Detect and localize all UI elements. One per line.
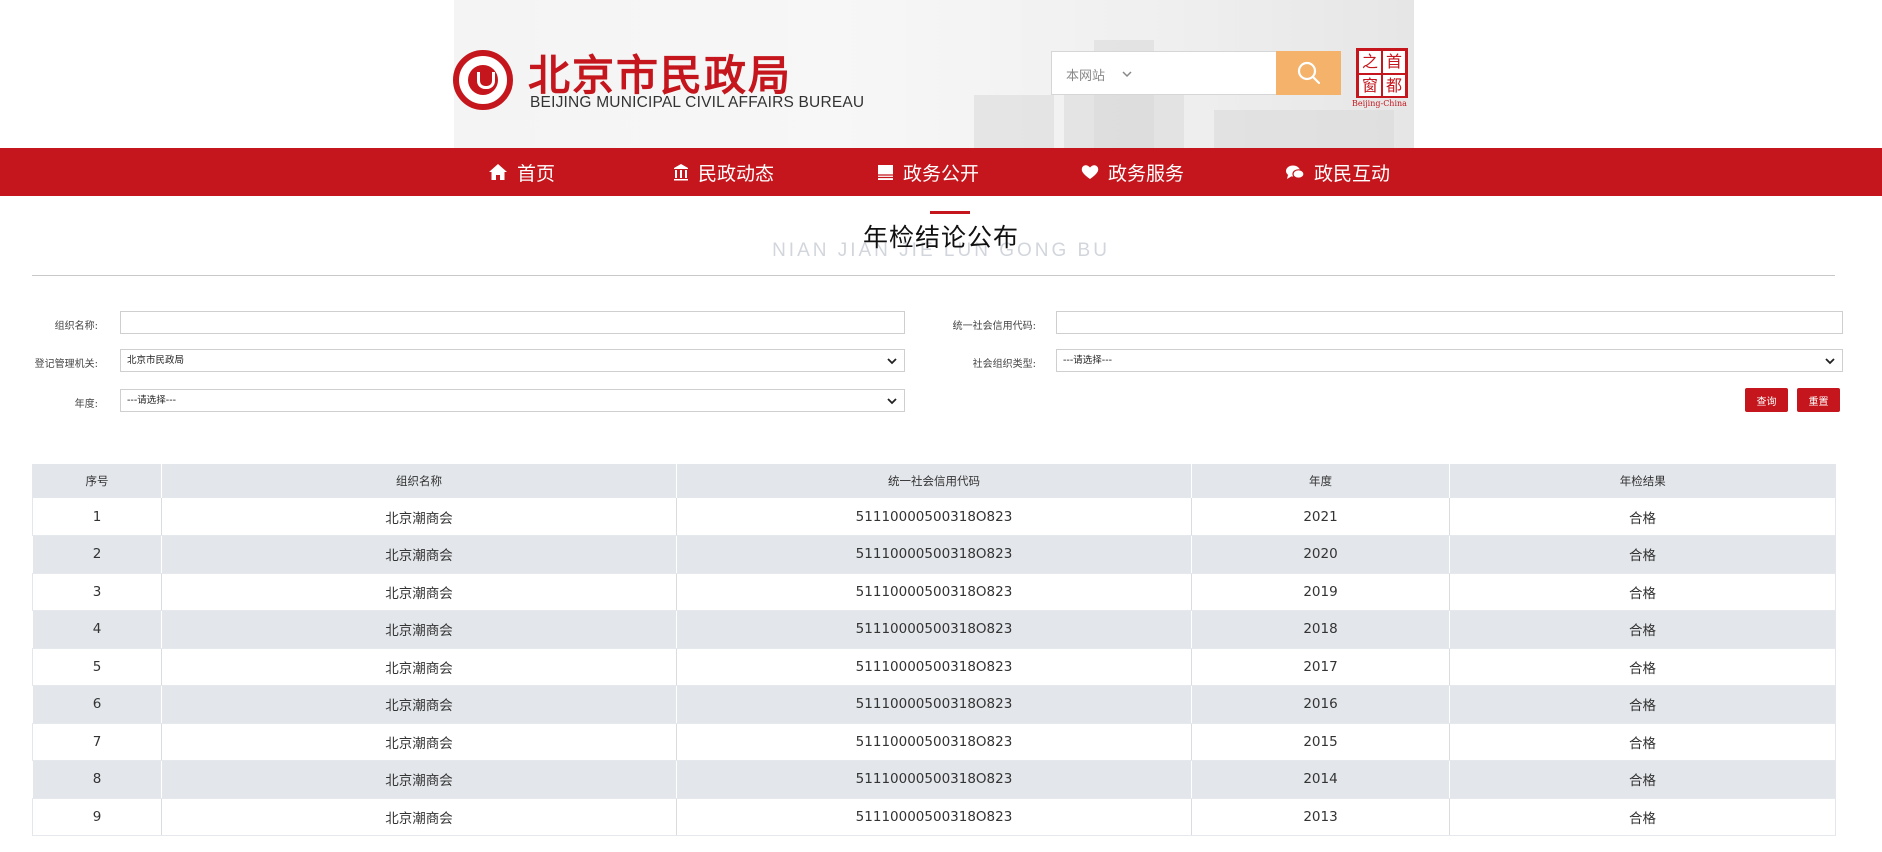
title-accent-bar (930, 211, 970, 214)
table-row: 5 北京潮商会 51110000500318O823 2017 合格 (32, 648, 1836, 686)
chat-icon (1286, 165, 1305, 179)
search-scope-select[interactable]: 本网站 (1066, 65, 1105, 84)
nav-item-news[interactable]: 民政动态 (673, 148, 774, 196)
chevron-down-icon (887, 398, 897, 405)
authority-select[interactable]: 北京市民政局 (120, 349, 905, 372)
table-row: 6 北京潮商会 51110000500318O823 2016 合格 (32, 685, 1836, 724)
query-button[interactable]: 查询 (1745, 388, 1788, 412)
year-label: 年度: (74, 399, 98, 410)
results-table: 序号 组织名称 统一社会信用代码 年度 年检结果 1 北京潮商会 511100005… (32, 464, 1836, 836)
column-header-org-name: 组织名称 (161, 464, 677, 498)
chevron-down-icon (1122, 71, 1132, 78)
building-icon (674, 164, 688, 181)
table-row: 9 北京潮商会 51110000500318O823 2013 合格 (32, 798, 1836, 836)
org-name-input[interactable] (120, 311, 905, 334)
reset-button[interactable]: 重置 (1797, 388, 1840, 412)
title-divider (32, 275, 1835, 276)
credit-code-label: 统一社会信用代码: (952, 321, 1036, 332)
table-header-row: 序号 组织名称 统一社会信用代码 年度 年检结果 (32, 464, 1836, 498)
table-row: 3 北京潮商会 51110000500318O823 2019 合格 (32, 573, 1836, 611)
heart-icon (1081, 165, 1099, 179)
year-select[interactable]: ---请选择--- (120, 389, 905, 412)
column-header-index: 序号 (32, 464, 162, 498)
main-nav: 首页 民政动态 政务公开 政务服务 政民互动 (0, 148, 1882, 196)
chevron-down-icon (887, 358, 897, 365)
column-header-result: 年检结果 (1449, 464, 1836, 498)
org-name-label: 组织名称: (54, 321, 98, 332)
org-type-select[interactable]: ---请选择--- (1056, 349, 1843, 372)
authority-label: 登记管理机关: (34, 359, 98, 370)
org-type-label: 社会组织类型: (972, 359, 1036, 370)
nav-item-home[interactable]: 首页 (488, 148, 555, 196)
table-row: 7 北京潮商会 51110000500318O823 2015 合格 (32, 723, 1836, 761)
book-icon (878, 164, 893, 180)
table-row: 8 北京潮商会 51110000500318O823 2014 合格 (32, 760, 1836, 799)
search-button[interactable] (1276, 51, 1341, 95)
capital-window-logo-caption: Beijing-China (1352, 99, 1407, 108)
table-row: 1 北京潮商会 51110000500318O823 2021 合格 (32, 498, 1836, 536)
site-logo-subtitle: BEIJING MUNICIPAL CIVIL AFFAIRS BUREAU (530, 94, 865, 111)
table-row: 2 北京潮商会 51110000500318O823 2020 合格 (32, 535, 1836, 574)
chevron-down-icon (1825, 358, 1835, 365)
table-row: 4 北京潮商会 51110000500318O823 2018 合格 (32, 610, 1836, 649)
bureau-emblem-icon[interactable] (453, 50, 513, 110)
nav-item-gov-open[interactable]: 政务公开 (877, 148, 979, 196)
site-search-box[interactable]: 本网站 (1051, 51, 1277, 95)
column-header-credit-code: 统一社会信用代码 (676, 464, 1192, 498)
search-icon (1297, 61, 1320, 85)
column-header-year: 年度 (1191, 464, 1450, 498)
capital-window-logo[interactable]: 之 首 窗 都 (1356, 48, 1408, 98)
nav-item-interaction[interactable]: 政民互动 (1285, 148, 1390, 196)
nav-item-gov-service[interactable]: 政务服务 (1081, 148, 1184, 196)
home-icon (489, 164, 507, 180)
site-header: 北京市民政局 BEIJING MUNICIPAL CIVIL AFFAIRS B… (0, 0, 1882, 148)
credit-code-input[interactable] (1056, 311, 1843, 334)
page-title: 年检结论公布 (862, 223, 1019, 252)
